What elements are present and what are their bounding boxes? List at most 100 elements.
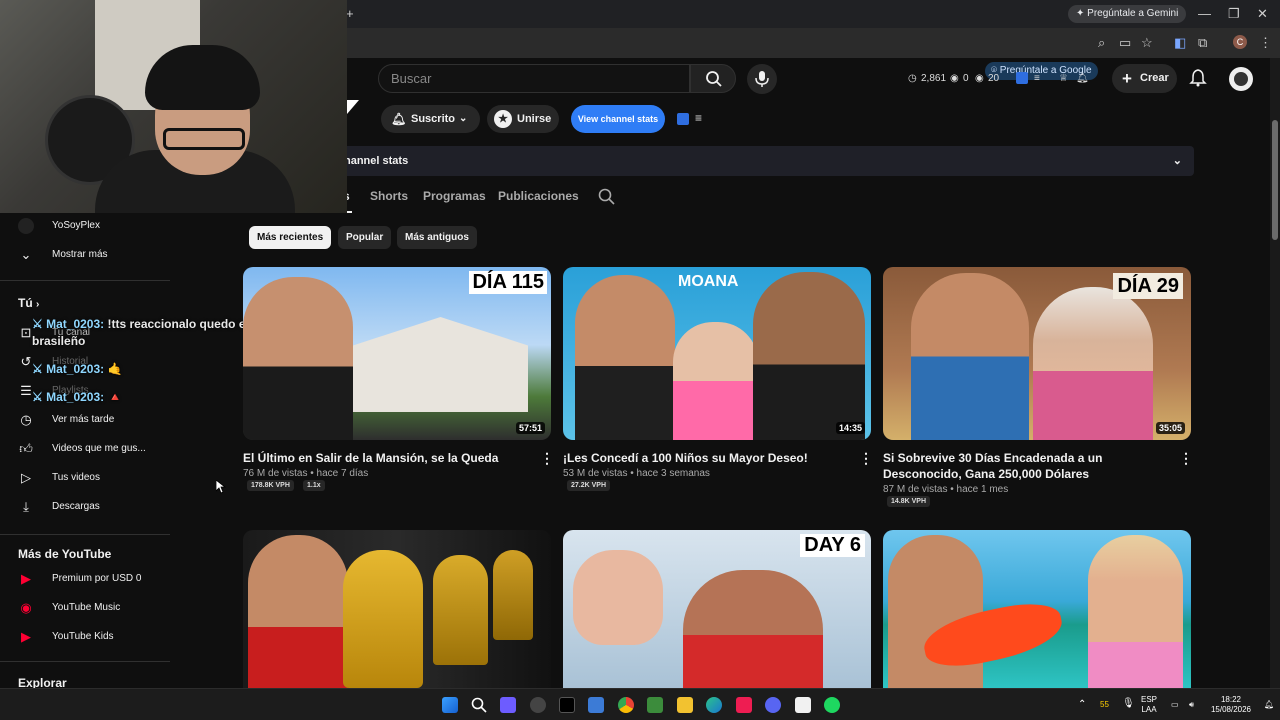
video-thumbnail[interactable] xyxy=(243,530,551,688)
document-icon[interactable] xyxy=(795,697,811,713)
chrome-icon[interactable] xyxy=(618,697,634,713)
tiktok-icon[interactable] xyxy=(559,697,575,713)
minecraft-icon[interactable] xyxy=(647,697,663,713)
windows-start-icon[interactable] xyxy=(442,697,458,713)
language-indicator[interactable]: ESP LAA xyxy=(1141,695,1157,715)
gold-bust xyxy=(493,550,533,640)
child xyxy=(673,322,758,440)
store-icon[interactable] xyxy=(588,697,604,713)
notifications-bell-icon[interactable] xyxy=(1189,69,1207,87)
discord-icon[interactable] xyxy=(765,697,781,713)
vidiq-icon[interactable] xyxy=(1016,72,1028,84)
spotify-icon[interactable] xyxy=(824,697,840,713)
channel-stats-bar[interactable]: hannel stats ⌄ xyxy=(330,146,1194,176)
zoom-icon[interactable]: ⌕ xyxy=(1098,36,1105,50)
view-channel-stats-button[interactable]: View channel stats xyxy=(571,105,665,133)
video-options-icon[interactable]: ⋮ xyxy=(540,450,554,467)
search-input[interactable]: Buscar xyxy=(378,64,690,93)
gemini-button[interactable]: ✦ Pregúntale a Gemini xyxy=(1068,5,1187,23)
sidebar-item-youtube-kids[interactable]: ▶ YouTube Kids xyxy=(0,624,170,650)
video-options-icon[interactable]: ⋮ xyxy=(859,450,873,467)
chat-message: ⚔ Mat_0203: 🤙 xyxy=(32,362,122,376)
subscribed-button[interactable]: 🔔︎ Suscrito ⌄ xyxy=(381,105,480,133)
sidebar-item-liked-videos[interactable]: 👍︎ Videos que me gus... xyxy=(0,436,170,462)
mansion xyxy=(353,317,528,412)
video-title[interactable]: El Último en Salir de la Mansión, se la … xyxy=(243,450,533,466)
person-left xyxy=(888,535,983,688)
sidebar-item-show-more[interactable]: ⌄ Mostrar más xyxy=(0,242,170,268)
video-options-icon[interactable]: ⋮ xyxy=(1179,450,1193,467)
capcut-icon[interactable] xyxy=(736,697,752,713)
eye-stat: 0 xyxy=(963,73,969,84)
channel-search-icon[interactable] xyxy=(598,188,615,205)
tab-posts[interactable]: Publicaciones xyxy=(498,189,579,203)
chip-oldest[interactable]: Más antiguos xyxy=(397,226,477,249)
maximize-button[interactable]: ❐ xyxy=(1228,7,1240,21)
obs-icon[interactable] xyxy=(530,697,546,713)
person-hair xyxy=(145,45,260,110)
join-button[interactable]: ★ Unirse xyxy=(487,105,559,133)
webcam-overlay xyxy=(0,0,347,213)
search-icon[interactable] xyxy=(471,697,487,713)
vidiq-logo-icon[interactable] xyxy=(677,113,689,125)
video-thumbnail[interactable]: DÍA 29 35:05 xyxy=(883,267,1191,440)
chip-latest[interactable]: Más recientes xyxy=(249,226,332,249)
sidebar-item-label: Descargas xyxy=(52,501,100,512)
sidebar-item-downloads[interactable]: ⤓ Descargas xyxy=(0,494,170,520)
folder-icon[interactable] xyxy=(677,697,693,713)
edge-icon[interactable] xyxy=(706,697,722,713)
video-thumbnail[interactable]: MOANA 14:35 xyxy=(563,267,871,440)
video-thumbnail[interactable]: DAY 6 xyxy=(563,530,871,688)
tab-programs[interactable]: Programas xyxy=(423,189,486,203)
notifications-icon[interactable]: 🔔︎ xyxy=(1264,700,1274,710)
date: 15/08/2026 xyxy=(1210,705,1252,714)
video-title[interactable]: ¡Les Concedí a 100 Niños su Mayor Deseo! xyxy=(563,450,853,466)
clock[interactable]: 18:22 15/08/2026 xyxy=(1208,695,1254,715)
microphone-icon[interactable]: 🎙︎ xyxy=(1122,699,1135,709)
list-icon[interactable]: ≡ xyxy=(1034,73,1040,84)
video-thumbnail[interactable] xyxy=(883,530,1191,688)
join-label: Unirse xyxy=(517,113,552,125)
you-heading-label: Tú xyxy=(18,296,33,310)
sidebar-item-youtube-music[interactable]: ◉ YouTube Music xyxy=(0,595,170,621)
gold-bust xyxy=(343,550,423,688)
sidebar-item-yosoyplex[interactable]: YoSoyPlex xyxy=(0,213,170,239)
video-thumbnail[interactable]: DÍA 115 57:51 xyxy=(243,267,551,440)
app-icon[interactable] xyxy=(500,697,516,713)
small-bell-icon[interactable]: 🔔︎ xyxy=(1076,73,1089,84)
video-title[interactable]: Si Sobrevive 30 Días Encadenada a un Des… xyxy=(883,450,1173,482)
sword-icon: ⚔ xyxy=(32,390,43,404)
extensions-icon[interactable]: ⧉ xyxy=(1198,36,1207,50)
thumbnail-caption: DAY 6 xyxy=(800,534,865,557)
network-icon[interactable]: ▭ xyxy=(1171,700,1179,710)
voice-search-button[interactable] xyxy=(747,64,777,94)
profile-avatar[interactable]: C xyxy=(1233,35,1247,49)
download-icon: ⤓ xyxy=(23,499,29,514)
person-right xyxy=(1033,287,1153,440)
tab-shorts[interactable]: Shorts xyxy=(370,189,408,203)
trophy-icon[interactable]: ♕ xyxy=(1059,73,1068,84)
chip-popular[interactable]: Popular xyxy=(338,226,392,249)
chevron-up-icon[interactable]: ⌃ xyxy=(1078,700,1086,710)
sidebar-item-watch-later[interactable]: ◷ Ver más tarde xyxy=(0,407,170,433)
sidebar-item-label: YouTube Kids xyxy=(52,631,114,642)
sidebar-item-label: YoSoyPlex xyxy=(52,220,100,231)
account-avatar[interactable] xyxy=(1229,67,1253,91)
sidebar-you-heading[interactable]: Tú › xyxy=(18,296,39,310)
minimize-button[interactable]: — xyxy=(1198,7,1211,21)
create-button[interactable]: + Crear xyxy=(1112,64,1177,93)
volume-icon[interactable]: 🔊︎ xyxy=(1189,700,1194,710)
bookmark-star-icon[interactable]: ☆ xyxy=(1141,36,1153,50)
search-button[interactable] xyxy=(690,64,736,93)
menu-kebab-icon[interactable]: ⋮ xyxy=(1259,36,1272,50)
vidiq-menu-icon[interactable]: ≡ xyxy=(695,111,702,125)
sidebar: YoSoyPlex ⌄ Mostrar más Tú › ⊡ Tu canal … xyxy=(0,213,170,690)
close-button[interactable]: ✕ xyxy=(1257,7,1268,21)
new-tab-button[interactable]: + xyxy=(346,7,354,21)
scrollbar-thumb[interactable] xyxy=(1272,120,1278,240)
temp-indicator[interactable]: 55 xyxy=(1100,700,1109,710)
sidebar-item-premium[interactable]: ▶ Premium por USD 0 xyxy=(0,566,170,592)
cast-icon[interactable]: ▭ xyxy=(1119,36,1131,50)
sidebar-item-your-videos[interactable]: ▷ Tus videos xyxy=(0,465,170,491)
translate-icon[interactable]: ◧ xyxy=(1174,36,1186,50)
